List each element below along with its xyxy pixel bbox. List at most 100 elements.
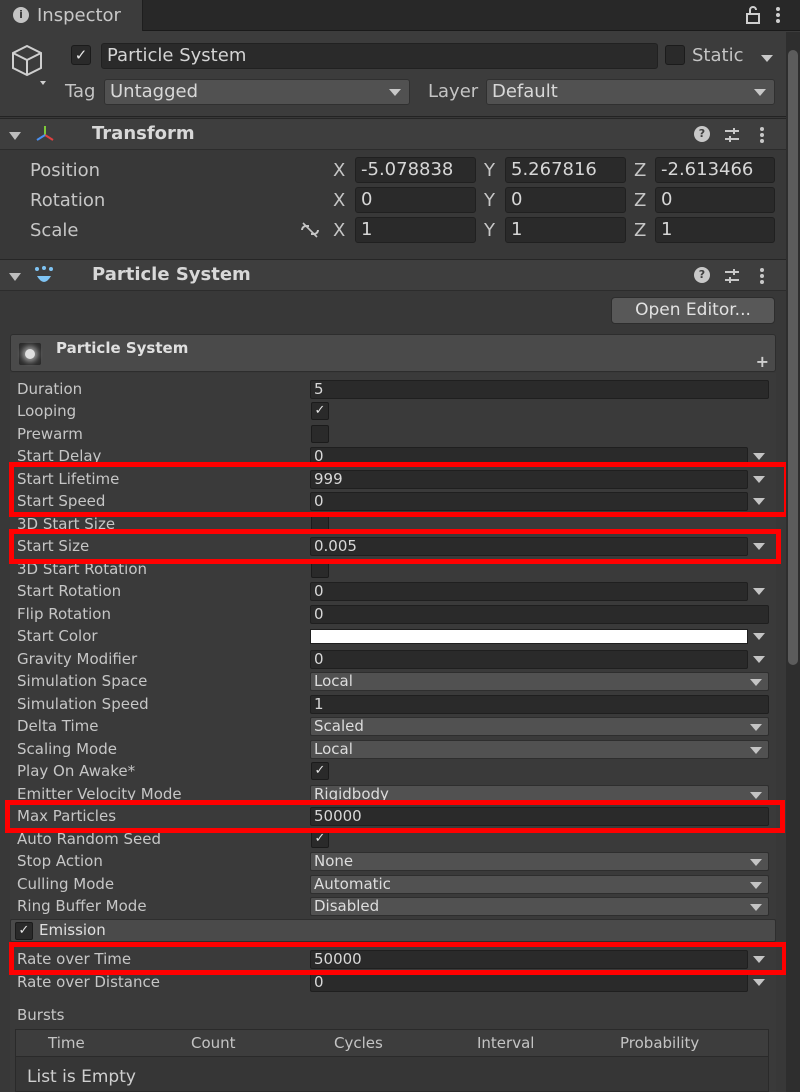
help-icon[interactable]: ? xyxy=(694,126,710,142)
stop-action-dropdown[interactable]: None xyxy=(310,852,769,871)
rotation-y-field[interactable]: 0 xyxy=(505,187,626,213)
position-x-field[interactable]: -5.078838 xyxy=(355,157,476,183)
prop-row-flip-rotation: Flip Rotation 0 xyxy=(0,603,800,625)
bursts-header-row: Time Count Cycles Interval Probability xyxy=(16,1030,768,1057)
dropdown-value: Disabled xyxy=(314,897,380,915)
prop-label: Ring Buffer Mode xyxy=(17,897,147,915)
axis-y-label[interactable]: Y xyxy=(484,220,495,241)
open-editor-button[interactable]: Open Editor... xyxy=(611,297,775,324)
rotation-x-field[interactable]: 0 xyxy=(355,187,476,213)
gravity-modifier-field[interactable]: 0 xyxy=(310,650,748,669)
layer-dropdown[interactable]: Default xyxy=(486,79,775,105)
axis-z-label[interactable]: Z xyxy=(634,160,646,181)
presets-icon[interactable] xyxy=(723,267,741,285)
bursts-col-cycles: Cycles xyxy=(334,1034,383,1052)
emission-checkbox[interactable]: ✓ xyxy=(15,922,33,940)
main-module-header[interactable]: Particle System + xyxy=(10,334,776,372)
auto-random-seed-checkbox[interactable]: ✓ xyxy=(311,830,329,848)
scale-z-field[interactable]: 1 xyxy=(655,217,775,243)
rotation-z-field[interactable]: 0 xyxy=(655,187,775,213)
static-dropdown-icon[interactable] xyxy=(761,55,773,62)
emitter-velocity-mode-dropdown[interactable]: Rigidbody xyxy=(310,785,769,804)
foldout-arrow-icon[interactable] xyxy=(9,132,21,140)
prop-row-rate-over-time: Rate over Time 50000 xyxy=(0,948,800,970)
play-on-awake-checkbox[interactable]: ✓ xyxy=(311,762,329,780)
axis-y-label[interactable]: Y xyxy=(484,190,495,211)
scaling-mode-dropdown[interactable]: Local xyxy=(310,740,769,759)
start-color-swatch[interactable] xyxy=(310,629,748,644)
start-speed-field[interactable]: 0 xyxy=(310,492,748,511)
emission-module-header[interactable]: ✓ Emission xyxy=(10,919,776,942)
chevron-down-icon[interactable] xyxy=(753,498,765,505)
chevron-down-icon[interactable] xyxy=(753,956,765,963)
prewarm-checkbox[interactable] xyxy=(311,425,329,443)
active-checkbox[interactable]: ✓ xyxy=(71,45,91,65)
chevron-down-icon xyxy=(754,89,766,96)
scale-x-field[interactable]: 1 xyxy=(355,217,476,243)
scale-y-field[interactable]: 1 xyxy=(505,217,626,243)
chevron-down-icon[interactable] xyxy=(753,656,765,663)
start-lifetime-field[interactable]: 999 xyxy=(310,470,748,489)
lock-icon[interactable] xyxy=(744,5,762,25)
chevron-down-icon[interactable] xyxy=(753,633,765,640)
prop-label: Max Particles xyxy=(17,807,117,825)
ring-buffer-mode-dropdown[interactable]: Disabled xyxy=(310,897,769,916)
start-rotation-field[interactable]: 0 xyxy=(310,582,748,601)
simulation-space-dropdown[interactable]: Local xyxy=(310,672,769,691)
culling-mode-dropdown[interactable]: Automatic xyxy=(310,875,769,894)
foldout-arrow-icon[interactable] xyxy=(9,273,21,281)
chevron-down-icon[interactable] xyxy=(753,476,765,483)
prop-row-simulation-space: Simulation Space Local xyxy=(0,670,800,692)
chevron-down-icon xyxy=(750,859,762,866)
chevron-down-icon[interactable] xyxy=(753,588,765,595)
axis-x-label[interactable]: X xyxy=(333,220,345,241)
chevron-down-icon[interactable] xyxy=(753,979,765,986)
looping-checkbox[interactable]: ✓ xyxy=(311,402,329,420)
gameobject-cube-icon[interactable] xyxy=(10,43,48,87)
kebab-menu-icon[interactable] xyxy=(758,267,766,285)
tag-dropdown[interactable]: Untagged xyxy=(104,79,410,105)
axis-x-label[interactable]: X xyxy=(333,190,345,211)
chevron-down-icon[interactable] xyxy=(753,543,765,550)
axis-z-label[interactable]: Z xyxy=(634,190,646,211)
scrollbar-thumb[interactable] xyxy=(788,50,798,665)
prop-label: Duration xyxy=(17,380,83,398)
start-size-field[interactable]: 0.005 xyxy=(310,537,748,556)
tag-label: Tag xyxy=(65,81,96,102)
info-icon: i xyxy=(13,7,29,23)
position-z-field[interactable]: -2.613466 xyxy=(655,157,775,183)
prop-label: Rate over Distance xyxy=(17,973,160,991)
rate-over-time-field[interactable]: 50000 xyxy=(310,950,748,969)
prop-row-start-size: Start Size 0.005 xyxy=(0,535,800,557)
transform-header[interactable]: Transform ? xyxy=(0,118,786,150)
chevron-down-icon[interactable] xyxy=(753,453,765,460)
simulation-speed-field[interactable]: 1 xyxy=(310,695,769,714)
particle-system-header[interactable]: Particle System ? xyxy=(0,259,786,291)
max-particles-field[interactable]: 50000 xyxy=(310,807,769,826)
help-icon[interactable]: ? xyxy=(694,267,710,283)
duration-field[interactable]: 5 xyxy=(310,380,769,399)
prop-label: Auto Random Seed xyxy=(17,830,161,848)
3d-start-rotation-checkbox[interactable] xyxy=(311,560,329,578)
presets-icon[interactable] xyxy=(723,126,741,144)
rate-over-distance-field[interactable]: 0 xyxy=(310,973,748,992)
start-delay-field[interactable]: 0 xyxy=(310,447,748,466)
position-y-field[interactable]: 5.267816 xyxy=(505,157,626,183)
3d-start-size-checkbox[interactable] xyxy=(311,515,329,533)
static-checkbox[interactable] xyxy=(665,45,685,65)
tab-inspector[interactable]: i Inspector xyxy=(0,0,143,31)
dropdown-value: Local xyxy=(314,740,353,758)
prop-row-3d-start-rotation: 3D Start Rotation xyxy=(0,558,800,580)
axis-y-label[interactable]: Y xyxy=(484,160,495,181)
axis-x-label[interactable]: X xyxy=(333,160,345,181)
prop-label: Start Delay xyxy=(17,447,102,465)
delta-time-dropdown[interactable]: Scaled xyxy=(310,717,769,736)
flip-rotation-field[interactable]: 0 xyxy=(310,605,769,624)
unlinked-scale-icon[interactable] xyxy=(299,221,321,239)
kebab-menu-icon[interactable] xyxy=(774,6,782,26)
object-name-field[interactable]: Particle System xyxy=(101,43,658,69)
add-module-icon[interactable]: + xyxy=(756,352,769,371)
axis-z-label[interactable]: Z xyxy=(634,220,646,241)
kebab-menu-icon[interactable] xyxy=(758,126,766,144)
particle-system-icon xyxy=(35,266,53,282)
